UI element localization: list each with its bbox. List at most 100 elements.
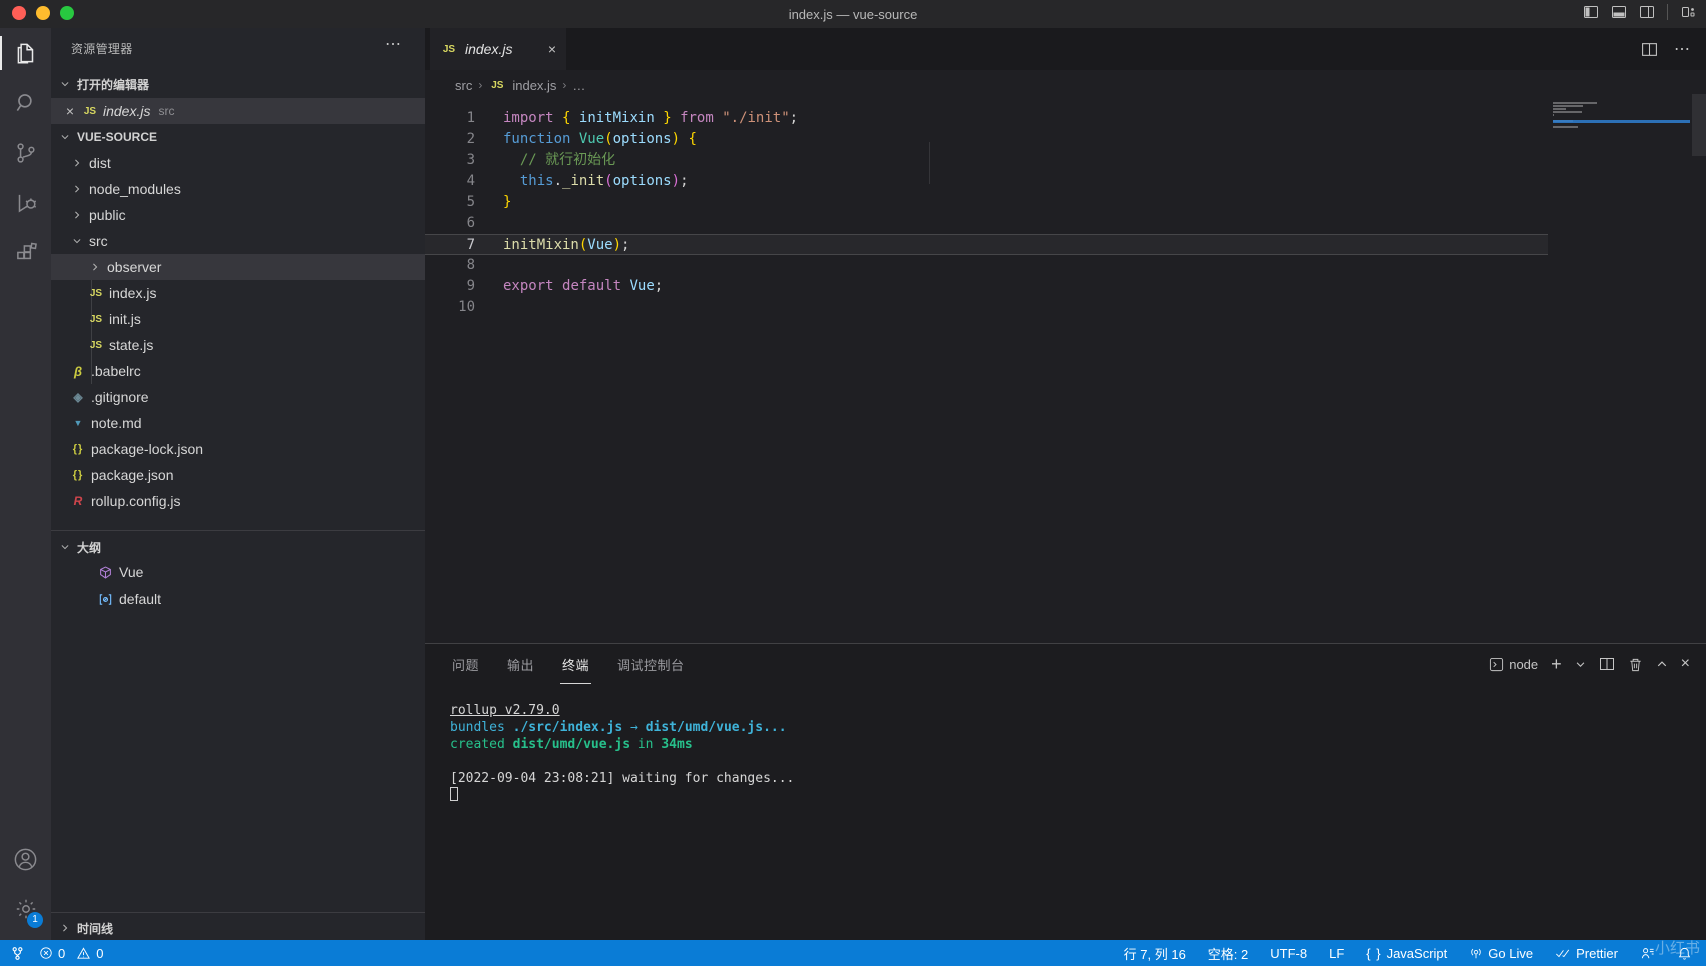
- new-terminal-icon[interactable]: +: [1551, 654, 1562, 675]
- encoding-status[interactable]: UTF-8: [1270, 946, 1307, 961]
- remote-branch-icon[interactable]: [10, 946, 25, 961]
- tab-index-js[interactable]: JS index.js ×: [430, 28, 566, 70]
- code-line-1[interactable]: 1import { initMixin } from "./init";: [425, 108, 1548, 129]
- tree-item-label: package-lock.json: [91, 441, 203, 457]
- settings-gear-icon[interactable]: 1: [0, 884, 51, 934]
- close-editor-icon[interactable]: ×: [59, 103, 81, 119]
- language-mode-status[interactable]: { } JavaScript: [1366, 946, 1447, 961]
- panel-tab-调试控制台[interactable]: 调试控制台: [615, 651, 687, 678]
- problems-summary[interactable]: 0 0: [39, 946, 103, 961]
- code-line-6[interactable]: 6: [425, 213, 1548, 234]
- tab-close-icon[interactable]: ×: [548, 41, 556, 57]
- line-number: 4: [425, 171, 475, 192]
- indentation-status[interactable]: 空格: 2: [1208, 944, 1248, 963]
- line-number: 10: [425, 297, 475, 318]
- activity-explorer-icon[interactable]: [0, 28, 51, 78]
- tree-item-label: rollup.config.js: [91, 493, 181, 509]
- js-file-icon: JS: [488, 77, 506, 93]
- code-line-4[interactable]: 4 this._init(options);: [425, 171, 1548, 192]
- minimap[interactable]: [1553, 92, 1597, 132]
- tree-file--babelrc[interactable]: β.babelrc: [51, 358, 425, 384]
- tree-file-package-lock-json[interactable]: {}package-lock.json: [51, 436, 425, 462]
- go-live-status[interactable]: Go Live: [1469, 946, 1533, 961]
- close-panel-icon[interactable]: ×: [1681, 655, 1690, 673]
- terminal-cursor: [450, 787, 458, 801]
- toggle-panel-icon[interactable]: [1611, 4, 1627, 20]
- outline-item-default[interactable]: default: [51, 586, 425, 612]
- error-icon: [39, 946, 53, 960]
- code-line-9[interactable]: 9export default Vue;: [425, 276, 1548, 297]
- title-bar: index.js — vue-source: [0, 0, 1706, 28]
- tree-folder-public[interactable]: public: [51, 202, 425, 228]
- panel-tab-问题[interactable]: 问题: [450, 651, 481, 678]
- kill-terminal-trash-icon[interactable]: [1628, 657, 1643, 672]
- accounts-icon[interactable]: [0, 834, 51, 884]
- breadcrumb-file[interactable]: index.js: [512, 78, 556, 93]
- customize-layout-icon[interactable]: [1680, 4, 1696, 20]
- section-divider: [51, 912, 425, 913]
- maximize-panel-chevron-icon[interactable]: [1656, 658, 1668, 670]
- timeline-section-header[interactable]: 时间线: [51, 916, 425, 940]
- breadcrumb-src[interactable]: src: [455, 78, 472, 93]
- tree-file-note-md[interactable]: ▼note.md: [51, 410, 425, 436]
- tree-file-index-js[interactable]: JSindex.js: [51, 280, 425, 306]
- open-editor-item[interactable]: × JS index.js src: [51, 98, 425, 124]
- tab-label: index.js: [465, 41, 512, 57]
- split-editor-icon[interactable]: [1641, 41, 1658, 58]
- code-editor[interactable]: 1import { initMixin } from "./init";2fun…: [425, 100, 1706, 643]
- minimap-slider[interactable]: [1692, 94, 1706, 156]
- braces-icon: { }: [1366, 946, 1381, 961]
- code-line-2[interactable]: 2function Vue(options) {: [425, 129, 1548, 150]
- terminal-output[interactable]: rollup v2.79.0bundles ./src/index.js → d…: [450, 702, 794, 804]
- activity-search-icon[interactable]: [0, 78, 51, 128]
- tree-file-state-js[interactable]: JSstate.js: [51, 332, 425, 358]
- cursor-position-status[interactable]: 行 7, 列 16: [1124, 944, 1186, 963]
- tree-file-init-js[interactable]: JSinit.js: [51, 306, 425, 332]
- tree-item-label: package.json: [91, 467, 174, 483]
- tree-file-package-json[interactable]: {}package.json: [51, 462, 425, 488]
- toggle-sidebar-icon[interactable]: [1583, 4, 1599, 20]
- code-line-5[interactable]: 5}: [425, 192, 1548, 213]
- open-editors-section-header[interactable]: 打开的编辑器: [51, 72, 425, 96]
- status-bar: 0 0 行 7, 列 16 空格: 2 UTF-8 LF { } JavaScr…: [0, 940, 1706, 966]
- panel-tab-输出[interactable]: 输出: [505, 651, 536, 678]
- rollup-file-icon: R: [69, 493, 87, 509]
- outline-item-label: default: [119, 591, 161, 607]
- outline-item-vue[interactable]: Vue: [51, 559, 425, 585]
- tree-indent-guide: [91, 280, 92, 384]
- outline-section-header[interactable]: 大纲: [51, 535, 425, 559]
- double-check-icon: [1555, 946, 1571, 960]
- workspace-section-header[interactable]: VUE-SOURCE: [51, 125, 425, 149]
- tree-folder-dist[interactable]: dist: [51, 150, 425, 176]
- code-line-10[interactable]: 10: [425, 297, 1548, 318]
- terminal-shell-picker[interactable]: node: [1489, 657, 1538, 672]
- split-terminal-icon[interactable]: [1599, 656, 1615, 672]
- editor-more-actions-icon[interactable]: ⋯: [1674, 39, 1692, 59]
- code-line-7[interactable]: 7initMixin(Vue);: [425, 234, 1548, 255]
- activity-source-control-icon[interactable]: [0, 128, 51, 178]
- feedback-icon[interactable]: [1640, 946, 1655, 961]
- chevron-down-icon: [69, 233, 85, 249]
- tree-folder-observer[interactable]: observer: [51, 254, 425, 280]
- bottom-panel: 问题输出终端调试控制台 node + × rollup v2.79.0bundl…: [425, 643, 1706, 940]
- terminal-dropdown-chevron-icon[interactable]: [1575, 659, 1586, 670]
- tree-folder-src[interactable]: src: [51, 228, 425, 254]
- json-file-icon: {}: [69, 467, 87, 483]
- breadcrumb-symbol[interactable]: …: [572, 78, 585, 93]
- eol-status[interactable]: LF: [1329, 946, 1344, 961]
- tree-file--gitignore[interactable]: ◈.gitignore: [51, 384, 425, 410]
- toggle-secondary-sidebar-icon[interactable]: [1639, 4, 1655, 20]
- line-number: 9: [425, 276, 475, 297]
- activity-run-debug-icon[interactable]: [0, 178, 51, 228]
- tree-item-label: note.md: [91, 415, 142, 431]
- chevron-right-icon: [57, 920, 73, 936]
- panel-tab-active-终端[interactable]: 终端: [560, 651, 591, 678]
- tree-file-rollup-config-js[interactable]: Rrollup.config.js: [51, 488, 425, 514]
- prettier-status[interactable]: Prettier: [1555, 946, 1618, 961]
- editor-tab-bar: JS index.js × ⋯: [425, 28, 1706, 70]
- tree-folder-node-modules[interactable]: node_modules: [51, 176, 425, 202]
- explorer-more-actions-icon[interactable]: ⋯: [385, 34, 403, 54]
- code-line-3[interactable]: 3 // 就行初始化: [425, 150, 1548, 171]
- code-line-8[interactable]: 8: [425, 255, 1548, 276]
- activity-extensions-icon[interactable]: [0, 228, 51, 278]
